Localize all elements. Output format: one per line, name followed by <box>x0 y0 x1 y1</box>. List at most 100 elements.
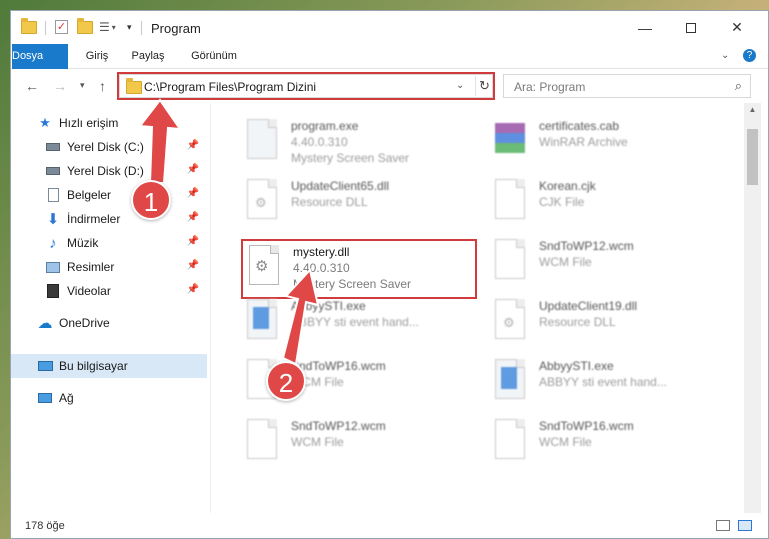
sidebar-item-label: Bu bilgisayar <box>59 359 128 373</box>
file-item[interactable]: SndToWP12.wcm WCM File <box>243 417 478 471</box>
search-placeholder: Ara: Program <box>514 80 586 94</box>
pin-icon[interactable]: 📌 <box>187 212 199 223</box>
file-detail: ABBYY sti event hand... <box>539 375 667 389</box>
exe-icon <box>243 117 283 163</box>
sidebar-item-label: Videolar <box>67 284 111 298</box>
chevron-down-icon: ▾ <box>111 22 116 32</box>
dropdown-arrow-icon: ▾ <box>127 21 132 32</box>
sidebar-item-this-pc[interactable]: Bu bilgisayar <box>11 354 207 378</box>
sidebar-item-pictures[interactable]: Resimler 📌 <box>11 255 207 279</box>
large-icons-view-icon[interactable] <box>738 520 752 531</box>
sidebar-item-downloads[interactable]: ⬇ İndirmeler 📌 <box>11 207 207 231</box>
computer-icon <box>37 358 53 374</box>
sidebar-item-label: Hızlı erişim <box>59 116 119 130</box>
maximize-icon <box>686 22 696 33</box>
file-name: Korean.cjk <box>539 179 596 193</box>
list-icon: ☰ <box>99 20 110 34</box>
documents-icon <box>45 187 61 203</box>
up-button[interactable]: ↑ <box>99 78 106 94</box>
file-icon <box>491 417 531 463</box>
tab-view[interactable]: Görünüm <box>189 44 239 69</box>
back-button[interactable]: ← <box>25 78 39 94</box>
file-detail: CJK File <box>539 195 585 209</box>
video-icon <box>45 283 61 299</box>
divider <box>45 21 46 35</box>
pin-icon[interactable]: 📌 <box>187 236 199 247</box>
star-icon: ★ <box>39 115 51 130</box>
ribbon-tabs: Dosya Giriş Paylaş Görünüm ⌄ ? <box>11 44 768 98</box>
file-detail: WCM File <box>291 435 344 449</box>
file-item[interactable]: ⚙ UpdateClient65.dll Resource DLL <box>243 177 478 231</box>
sidebar-item-quick-access[interactable]: ★ Hızlı erişim <box>11 111 207 135</box>
callout-badge-1: 1 <box>131 180 171 220</box>
tab-home[interactable]: Giriş <box>83 44 111 69</box>
file-item[interactable]: AbbyySTI.exe ABBYY sti event hand... <box>491 357 726 411</box>
archive-icon <box>491 117 531 163</box>
pin-icon[interactable]: 📌 <box>187 164 199 175</box>
properties-button[interactable]: ✓ <box>55 18 68 36</box>
ribbon-expand-button[interactable]: ⌄ <box>721 50 729 61</box>
file-item[interactable]: certificates.cab WinRAR Archive <box>491 117 726 171</box>
pictures-icon <box>45 259 61 275</box>
minimize-button[interactable]: — <box>622 11 668 44</box>
minimize-icon: — <box>638 19 652 36</box>
pin-icon[interactable]: 📌 <box>187 188 199 199</box>
file-name: SndToWP16.wcm <box>539 419 634 433</box>
file-item[interactable]: SndToWP16.wcm WCM File <box>491 417 726 471</box>
scroll-thumb[interactable] <box>747 129 758 185</box>
sidebar-item-network[interactable]: Ağ <box>11 386 207 410</box>
scroll-up-icon[interactable]: ▲ <box>744 105 761 114</box>
file-item[interactable]: ⚙ UpdateClient19.dll Resource DLL <box>491 297 726 351</box>
search-icon: ⌕ <box>734 78 742 93</box>
file-name: UpdateClient19.dll <box>539 299 638 313</box>
file-item[interactable]: program.exe 4.40.0.310 Mystery Screen Sa… <box>243 117 478 171</box>
file-name: certificates.cab <box>539 119 620 133</box>
close-icon: ✕ <box>731 19 743 35</box>
sidebar-item-label: Ağ <box>59 391 74 405</box>
sidebar-item-music[interactable]: ♪ Müzik 📌 <box>11 231 207 255</box>
cloud-icon: ☁ <box>37 315 53 332</box>
file-item[interactable]: AbbyySTI.exe ABBYY sti event hand... <box>243 297 478 351</box>
file-name: AbbyySTI.exe <box>291 299 366 313</box>
sidebar-item-label: Yerel Disk (C:) <box>67 140 144 154</box>
recent-locations-button[interactable]: ▾ <box>80 80 85 91</box>
sidebar-item-disk-d[interactable]: Yerel Disk (D:) 📌 <box>11 159 207 183</box>
file-name: SndToWP12.wcm <box>539 239 634 253</box>
pin-icon[interactable]: 📌 <box>187 284 199 295</box>
forward-button[interactable]: → <box>53 78 67 94</box>
download-icon: ⬇ <box>46 211 60 228</box>
chevron-down-icon: ▾ <box>80 80 85 90</box>
address-highlight <box>117 72 495 100</box>
pin-icon[interactable]: 📌 <box>187 260 199 271</box>
file-icon <box>491 177 531 223</box>
close-button[interactable]: ✕ <box>714 11 760 44</box>
file-item[interactable]: SndToWP12.wcm WCM File <box>491 237 726 291</box>
dll-icon: ⚙ <box>491 297 531 343</box>
sidebar-item-onedrive[interactable]: ☁ OneDrive <box>11 311 207 335</box>
file-item[interactable]: Korean.cjk CJK File <box>491 177 726 231</box>
sidebar-item-documents[interactable]: Belgeler 📌 <box>11 183 207 207</box>
details-view-icon[interactable] <box>716 520 730 531</box>
help-button[interactable]: ? <box>743 49 756 62</box>
sidebar-item-videos[interactable]: Videolar 📌 <box>11 279 207 303</box>
maximize-button[interactable] <box>668 11 714 44</box>
quick-access-dropdown[interactable]: ▾ <box>127 18 132 36</box>
sidebar-item-label: OneDrive <box>59 316 110 330</box>
sidebar-item-disk-c[interactable]: Yerel Disk (C:) 📌 <box>11 135 207 159</box>
drive-icon <box>45 163 61 179</box>
network-icon <box>37 390 53 406</box>
file-detail: WCM File <box>539 255 592 269</box>
vertical-scrollbar[interactable]: ▲ <box>744 103 761 513</box>
search-box[interactable]: Ara: Program ⌕ <box>503 74 751 98</box>
explorer-window: ✓ ☰ ▾ ▾ Program — ✕ Dosya Giriş Paylaş G… <box>10 10 769 539</box>
customize-toolbar-button[interactable]: ☰ ▾ <box>99 18 116 36</box>
tab-share[interactable]: Paylaş <box>131 44 165 69</box>
chevron-down-icon: ⌄ <box>721 50 730 61</box>
selection-highlight <box>241 239 477 299</box>
status-bar: 178 öğe <box>11 513 768 538</box>
new-folder-button[interactable] <box>77 17 93 36</box>
file-name: program.exe <box>291 119 359 133</box>
callout-badge-2: 2 <box>266 361 306 401</box>
pin-icon[interactable]: 📌 <box>187 140 199 151</box>
title-bar: ✓ ☰ ▾ ▾ Program — ✕ <box>11 11 768 44</box>
